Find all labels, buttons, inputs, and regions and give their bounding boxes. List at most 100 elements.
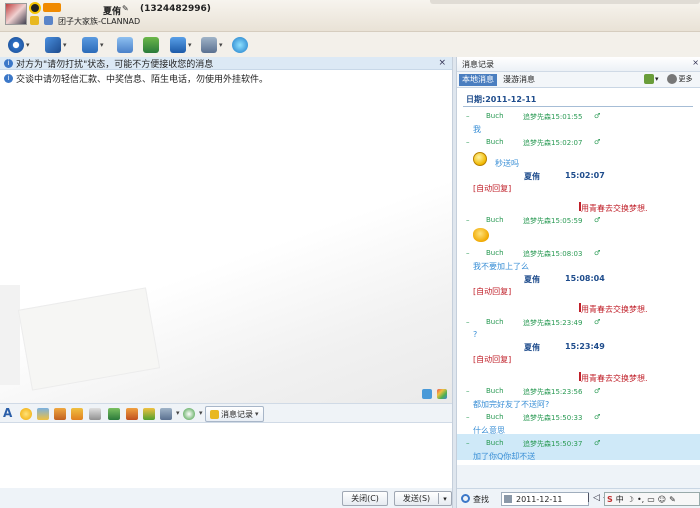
- signature-icon: ♂: [594, 387, 601, 395]
- status-notice-bar: i 对方为"请勿打扰"状态，可能不方便接收您的消息 ×: [0, 57, 452, 70]
- settings-icon[interactable]: [666, 74, 677, 84]
- nudge-icon[interactable]: [54, 408, 66, 420]
- folder-icon: [82, 37, 98, 53]
- apps-icon: [170, 37, 186, 53]
- auto-reply-tag: [自动回复]: [473, 184, 512, 193]
- browser-button[interactable]: [232, 36, 248, 54]
- date-picker[interactable]: 2011-12-11: [501, 492, 589, 506]
- scissors-icon[interactable]: [89, 408, 101, 420]
- qq-penguin-icon: [29, 2, 41, 14]
- signature-icon: ♂: [594, 439, 601, 447]
- auto-reply-text: 用青春去交换梦想.: [579, 202, 648, 213]
- globe-icon: [232, 37, 248, 53]
- auto-reply-text: 用青春去交换梦想.: [579, 303, 648, 314]
- message-text: 秒送吗: [495, 159, 519, 168]
- emoji-icon[interactable]: [20, 408, 32, 420]
- smiley-emoji-icon: [473, 152, 487, 166]
- history-icon: [210, 409, 219, 419]
- chevron-down-icon[interactable]: ▾: [655, 75, 659, 83]
- magic-emoji-icon[interactable]: [37, 408, 49, 420]
- main-toolbar: ▾ ▾ ▾ ▾ ▾: [0, 32, 700, 57]
- wrench-icon[interactable]: ✎: [669, 495, 676, 504]
- history-date: 日期:2011-12-11: [466, 95, 537, 104]
- signature-icon: ♂: [594, 318, 601, 326]
- video-call-button[interactable]: ▾: [8, 36, 30, 54]
- chevron-down-icon[interactable]: ▾: [176, 409, 180, 417]
- camera-icon: [8, 37, 24, 53]
- microphone-icon: [45, 37, 61, 53]
- voice-call-button[interactable]: ▾: [45, 36, 67, 54]
- remote-assist-button[interactable]: ▾: [201, 36, 223, 54]
- signature-icon: ♂: [594, 112, 601, 120]
- message-history-button[interactable]: 消息记录 ▾: [205, 406, 264, 422]
- send-mail-button[interactable]: [117, 36, 133, 54]
- chat-message-area[interactable]: [0, 70, 452, 403]
- history-title-bar: 消息记录 ×: [457, 57, 700, 72]
- message-text: 加了你Q你却不送: [473, 452, 536, 461]
- history-message-list[interactable]: 日期:2011-12-11 – Buch 追梦先森15:01:55 ♂ 我 – …: [457, 88, 700, 465]
- message-text: 都加完好友了不送阿?: [473, 400, 550, 409]
- format-toolbar: A ▾ ▾ 消息记录 ▾: [0, 403, 452, 423]
- gift-icon[interactable]: [143, 408, 155, 420]
- search-button[interactable]: 查找: [473, 494, 489, 505]
- signature-icon: ♂: [594, 216, 601, 224]
- punctuation-icon[interactable]: •,: [637, 495, 644, 504]
- user-icon[interactable]: ☺: [658, 495, 666, 504]
- info-icon: i: [4, 58, 13, 68]
- image-icon[interactable]: [108, 408, 120, 420]
- apps-button[interactable]: ▾: [170, 36, 192, 54]
- chevron-down-icon: ▾: [188, 41, 192, 49]
- more-button[interactable]: 更多: [679, 74, 693, 84]
- search-icon[interactable]: [461, 494, 470, 503]
- moon-icon[interactable]: ☽: [627, 495, 634, 504]
- resize-icon[interactable]: [422, 389, 432, 399]
- date-picker-value: 2011-12-11: [516, 494, 563, 504]
- message-text: 我: [473, 125, 481, 134]
- ime-logo-icon: S: [607, 494, 613, 504]
- background-decoration: [0, 285, 20, 385]
- send-options-chevron[interactable]: ▾: [439, 495, 451, 503]
- contact-avatar[interactable]: [5, 3, 27, 25]
- close-icon[interactable]: ×: [692, 58, 699, 67]
- message-text: 我不要加上了么: [473, 262, 529, 271]
- chevron-down-icon[interactable]: ▾: [199, 409, 203, 417]
- history-title: 消息记录: [462, 60, 494, 69]
- send-sms-button[interactable]: [143, 36, 159, 54]
- theme-icon[interactable]: [437, 389, 447, 399]
- signature-icon: ♂: [594, 249, 601, 257]
- confused-emoji-icon: [473, 228, 489, 242]
- message-input[interactable]: [0, 423, 452, 488]
- history-tools: ▾ 更多: [644, 74, 693, 84]
- auto-reply-tag: [自动回复]: [473, 287, 512, 296]
- export-icon[interactable]: [644, 74, 654, 84]
- info-icon: i: [4, 74, 13, 83]
- chevron-down-icon: ▾: [255, 410, 259, 418]
- send-file-button[interactable]: ▾: [82, 36, 104, 54]
- auto-reply-text: 用青春去交换梦想.: [579, 372, 648, 383]
- red-packet-icon[interactable]: [183, 408, 195, 420]
- ime-toolbar[interactable]: S 中 ☽ •, ▭ ☺ ✎: [604, 492, 700, 506]
- sms-icon: [143, 37, 159, 53]
- close-button[interactable]: 关闭(C): [342, 491, 388, 506]
- keyboard-icon[interactable]: ▭: [647, 495, 655, 504]
- doodle-icon[interactable]: [71, 408, 83, 420]
- notice-text: 对方为"请勿打扰"状态，可能不方便接收您的消息: [16, 59, 214, 70]
- close-icon[interactable]: ×: [438, 58, 446, 68]
- tab-local-messages[interactable]: 本地消息: [459, 74, 497, 86]
- background-card-decoration: [17, 287, 161, 391]
- mail-icon: [117, 37, 133, 53]
- window-top-strip: [430, 0, 700, 4]
- music-note-icon[interactable]: [126, 408, 138, 420]
- chevron-down-icon: ▾: [26, 41, 30, 49]
- level-icon: [30, 16, 39, 25]
- font-icon[interactable]: A: [3, 406, 12, 420]
- send-button[interactable]: 发送(S) ▾: [394, 491, 452, 506]
- tab-roaming-messages[interactable]: 漫游消息: [503, 74, 535, 86]
- screen-record-icon[interactable]: [160, 408, 172, 420]
- ime-mode-label[interactable]: 中: [616, 494, 624, 505]
- chevron-down-icon: ▾: [219, 41, 223, 49]
- message-history-label: 消息记录: [221, 409, 253, 419]
- message-text: ?: [473, 330, 478, 339]
- chevron-down-icon: ▾: [100, 41, 104, 49]
- divider: [463, 106, 693, 107]
